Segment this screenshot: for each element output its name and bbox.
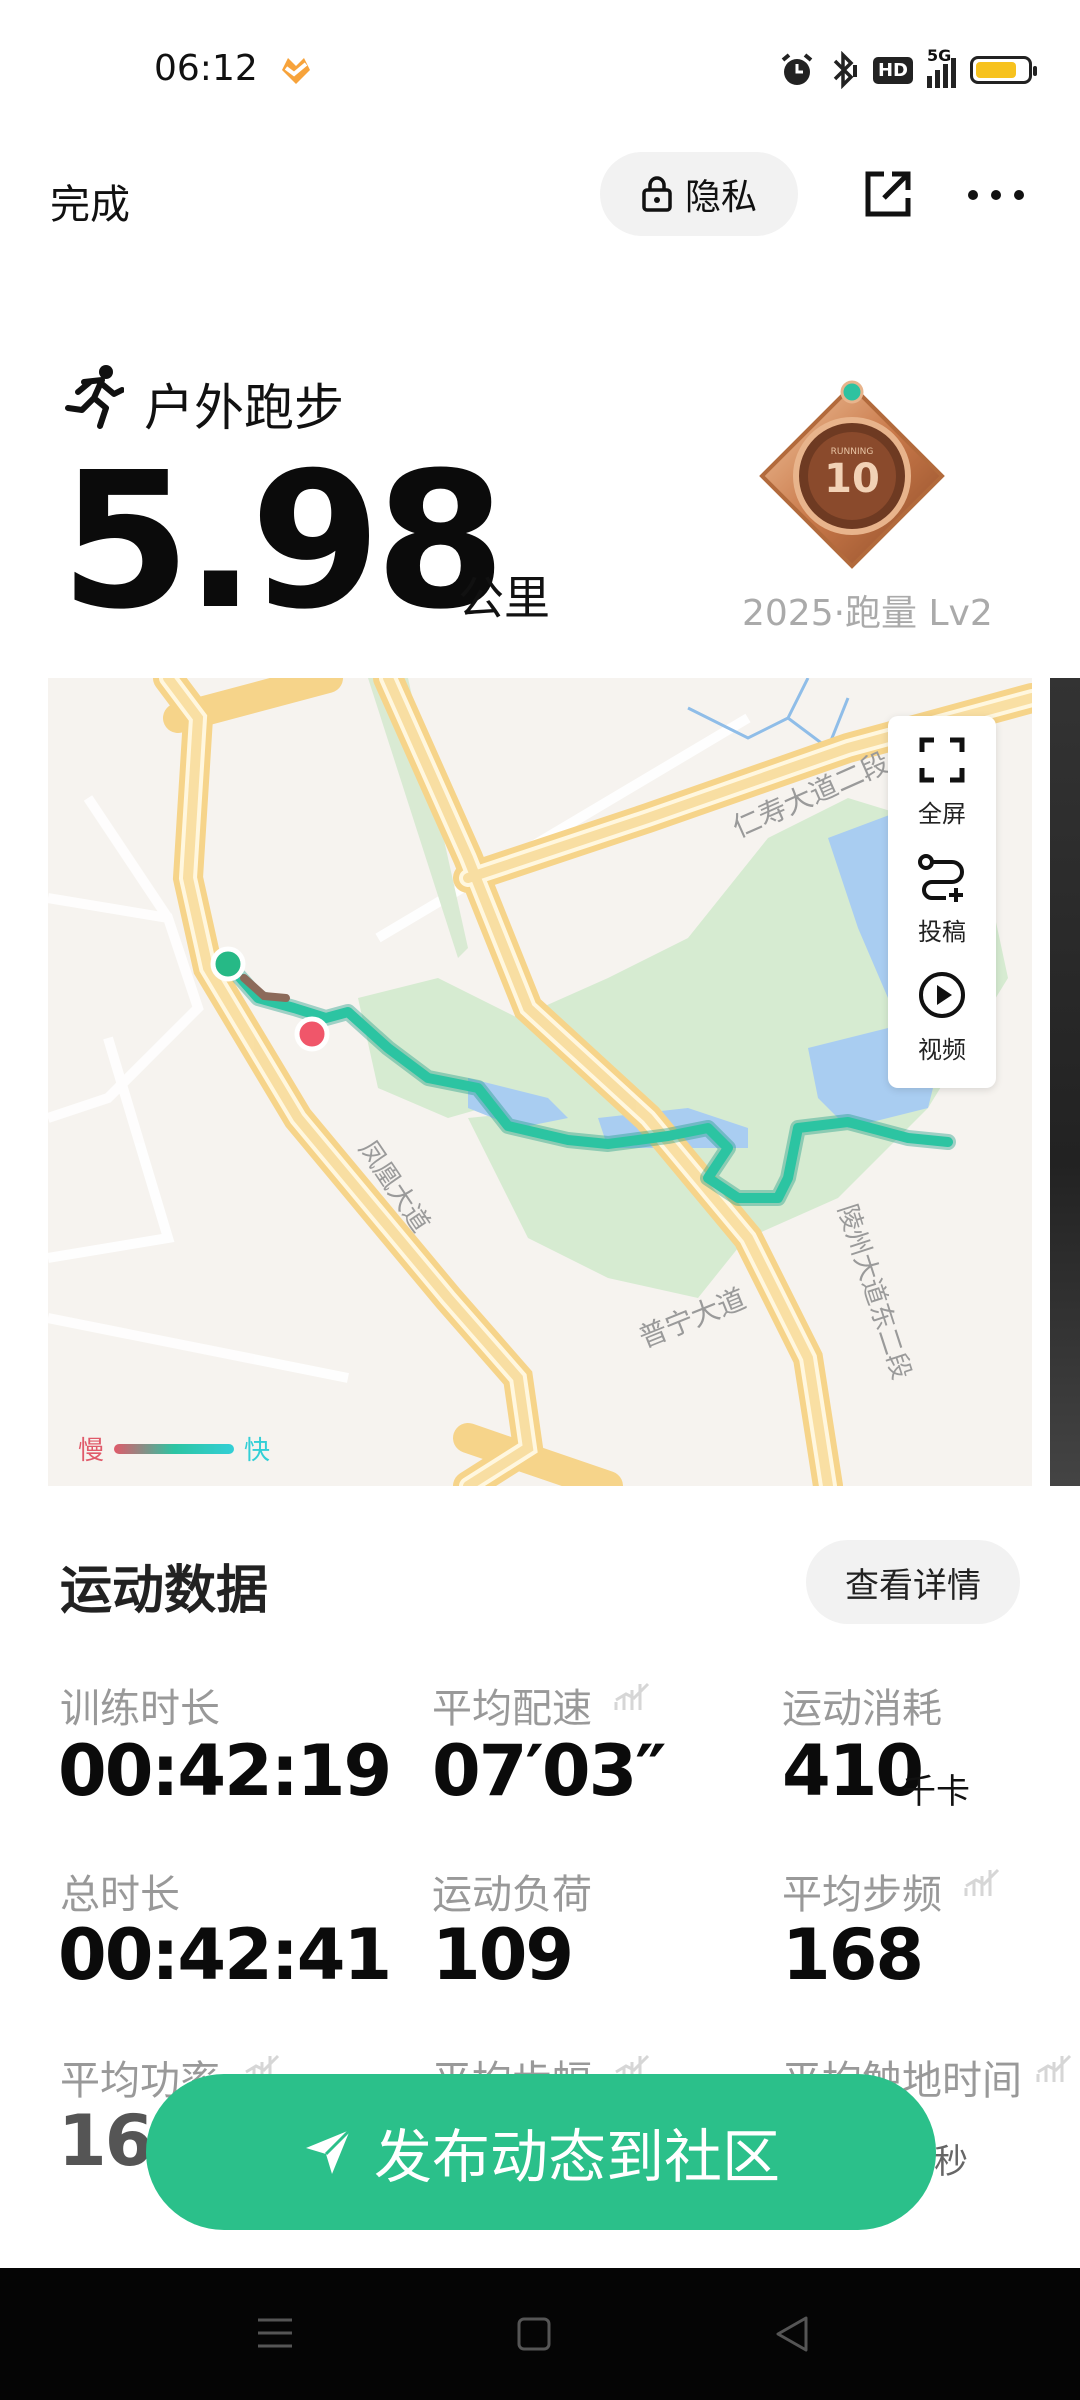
route-end-marker (294, 1016, 330, 1052)
status-time: 06:12 (154, 48, 258, 89)
submit-button[interactable]: 投稿 (888, 852, 996, 947)
distance-unit: 公里 (458, 571, 550, 625)
video-label: 视频 (918, 1036, 966, 1064)
chart-icon[interactable] (964, 1866, 1002, 1898)
stat-value: 07′03″ (432, 1730, 667, 1812)
view-details-button[interactable]: 查看详情 (806, 1540, 1020, 1624)
system-nav-bar (0, 2268, 1080, 2400)
stat-value: 00:42:19 (58, 1730, 392, 1812)
fullscreen-button[interactable]: 全屏 (888, 736, 996, 829)
legend-gradient (114, 1443, 235, 1454)
stat-value: 168 (782, 1914, 924, 1996)
stat-label: 运动消耗 (782, 1686, 942, 1732)
submit-label: 投稿 (918, 918, 966, 946)
legend-slow: 慢 (78, 1436, 105, 1466)
hd-icon: HD (872, 56, 913, 84)
medal-label: 2025·跑量 Lv2 (742, 593, 993, 634)
activity-type: 户外跑步 (144, 379, 344, 437)
privacy-label: 隐私 (684, 177, 757, 218)
fullscreen-label: 全屏 (918, 800, 966, 828)
stat-label: 运动负荷 (432, 1872, 592, 1918)
play-icon (919, 972, 965, 1018)
map-controls: 全屏 投稿 视频 (888, 716, 996, 1088)
heart-app-icon (282, 58, 310, 84)
running-icon (65, 365, 124, 429)
distance-value: 5.98 (60, 432, 506, 651)
stat-label: 训练时长 (60, 1686, 220, 1732)
send-icon (305, 2128, 352, 2174)
more-icon[interactable] (966, 188, 1026, 202)
stats-title: 运动数据 (60, 1561, 269, 1621)
stat-value: 00:42:41 (58, 1914, 392, 1996)
publish-to-community-button[interactable]: 发布动态到社区 (146, 2074, 936, 2230)
next-map-card[interactable] (1050, 678, 1080, 1486)
pace-legend: 慢 快 (78, 1430, 270, 1467)
map-canvas[interactable]: 仁寿大道二段 凤凰大道 陵州大道东二段 普宁大道 (48, 678, 1032, 1486)
lock-icon (642, 176, 672, 212)
fullscreen-icon (919, 737, 965, 783)
network-type: 5G (927, 46, 952, 65)
legend-fast: 快 (244, 1436, 271, 1466)
privacy-button[interactable]: 隐私 (600, 152, 798, 236)
video-button[interactable]: 视频 (888, 970, 996, 1065)
medal-number: 10 (824, 456, 880, 502)
route-icon (918, 854, 964, 902)
road-label: 陵州大道东二段 (831, 1201, 916, 1383)
done-button[interactable]: 完成 (50, 172, 130, 230)
signal-icon: 5G (927, 46, 956, 88)
menu-icon[interactable] (256, 2316, 294, 2350)
stat-unit: 千卡 (902, 1772, 970, 1812)
stat-label: 总时长 (60, 1872, 180, 1918)
medal-icon[interactable]: RUNNING 10 (752, 376, 952, 576)
stat-value: 109 (432, 1914, 574, 1996)
back-icon[interactable] (774, 2314, 810, 2354)
home-icon[interactable] (516, 2316, 552, 2352)
status-icons: HD 5G (779, 46, 1037, 90)
alarm-icon (781, 53, 813, 85)
route-start-marker (210, 946, 246, 982)
stat-label: 平均配速 (432, 1686, 592, 1732)
route-map[interactable]: 仁寿大道二段 凤凰大道 陵州大道东二段 普宁大道 慢 快 (48, 678, 1032, 1486)
stat-label: 平均步频 (782, 1872, 942, 1918)
share-icon[interactable] (862, 168, 914, 220)
bluetooth-icon (833, 51, 857, 89)
battery-icon (970, 56, 1037, 84)
publish-label: 发布动态到社区 (373, 2123, 780, 2191)
chart-icon[interactable] (1036, 2052, 1074, 2084)
chart-icon[interactable] (614, 1680, 652, 1712)
